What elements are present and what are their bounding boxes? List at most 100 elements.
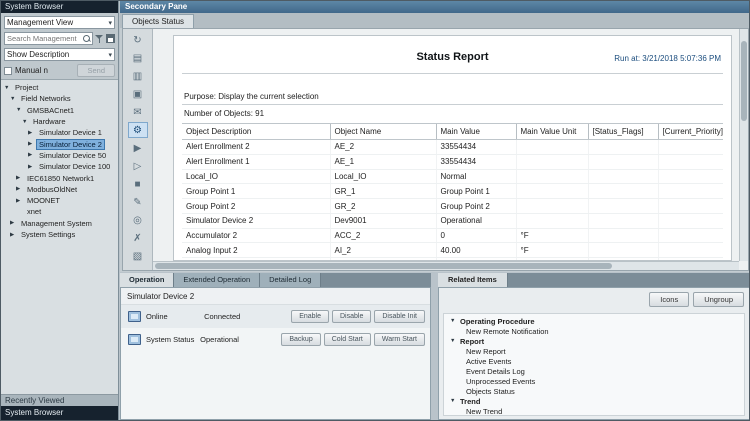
table-cell (658, 154, 723, 169)
recently-viewed-bar[interactable]: Recently Viewed (1, 394, 118, 406)
related-group-trend[interactable]: ▼Trend (444, 396, 744, 406)
filter-icon[interactable] (95, 34, 104, 44)
chevron-collapsed-icon[interactable]: ▶ (10, 220, 18, 226)
export-document-icon[interactable]: ▧ (128, 248, 148, 264)
mail-icon[interactable]: ✉ (128, 104, 148, 120)
column-header-object-name[interactable]: Object Name (330, 124, 436, 140)
tree-item-gmsbacnet1[interactable]: ▼GMSBACnet1 (1, 105, 118, 116)
related-group-operating-procedure[interactable]: ▼Operating Procedure (444, 316, 744, 326)
tree-item-field-networks[interactable]: ▼Field Networks (1, 93, 118, 104)
horizontal-scrollbar[interactable] (153, 261, 739, 270)
tree-item-simulator-device-2[interactable]: ▶Simulator Device 2 (1, 138, 118, 149)
stop-icon[interactable]: ■ (128, 176, 148, 192)
related-item-unprocessed-events[interactable]: Unprocessed Events (444, 376, 744, 386)
column-header-object-description[interactable]: Object Description (182, 124, 330, 140)
send-button[interactable]: Send (77, 64, 115, 77)
backup-button[interactable]: Backup (281, 333, 320, 346)
horizontal-scrollbar-thumb[interactable] (155, 263, 612, 269)
search-input[interactable] (5, 34, 82, 43)
run-icon[interactable]: ▶ (128, 140, 148, 156)
table-row[interactable]: Analog Input 2AI_240.00°F (182, 243, 723, 258)
chevron-collapsed-icon[interactable]: ▶ (16, 198, 24, 204)
tab-detailed-log[interactable]: Detailed Log (260, 273, 321, 287)
tab-related-items[interactable]: Related Items (438, 273, 508, 287)
related-item-event-details-log[interactable]: Event Details Log (444, 366, 744, 376)
table-row[interactable]: Group Point 2GR_2Group Point 2 (182, 199, 723, 214)
disable-init-button[interactable]: Disable Init (374, 310, 425, 323)
tree-item-project[interactable]: ▼Project (1, 82, 118, 93)
snapshot-icon[interactable]: ▣ (128, 86, 148, 102)
warm-start-button[interactable]: Warm Start (374, 333, 425, 346)
tab-objects-status[interactable]: Objects Status (122, 14, 194, 28)
chevron-collapsed-icon[interactable]: ▶ (16, 186, 24, 192)
tree-item-moonet[interactable]: ▶MOONET (1, 195, 118, 206)
chevron-expanded-icon[interactable]: ▼ (450, 318, 460, 324)
view-mode-dropdown[interactable]: Management View ▾ (4, 16, 115, 29)
chevron-expanded-icon[interactable]: ▼ (450, 398, 460, 404)
chevron-collapsed-icon[interactable]: ▶ (28, 130, 36, 136)
tree-item-iec61850-network1[interactable]: ▶IEC61850 Network1 (1, 172, 118, 183)
column-header-status-flags[interactable]: [Status_Flags] (588, 124, 658, 140)
related-group-report[interactable]: ▼Report (444, 336, 744, 346)
tree-item-hardware[interactable]: ▼Hardware (1, 116, 118, 127)
column-header-current-priority[interactable]: [Current_Priority] (658, 124, 723, 140)
tree-item-management-system[interactable]: ▶Management System (1, 218, 118, 229)
column-header-main-value[interactable]: Main Value (436, 124, 516, 140)
chevron-collapsed-icon[interactable]: ▶ (10, 232, 18, 238)
edit-pen-icon[interactable]: ✎ (128, 194, 148, 210)
tree-item-system-settings[interactable]: ▶System Settings (1, 229, 118, 240)
chevron-expanded-icon[interactable]: ▼ (4, 85, 12, 91)
chevron-collapsed-icon[interactable]: ▶ (28, 164, 36, 170)
vertical-scrollbar[interactable] (739, 29, 748, 261)
table-row[interactable]: Simulator Device 2Dev9001Operational (182, 213, 723, 228)
manual-checkbox[interactable] (4, 67, 12, 75)
system-browser-footer-bar[interactable]: System Browser (1, 406, 118, 420)
tab-operation[interactable]: Operation (120, 273, 174, 287)
print-icon[interactable]: ▥ (128, 68, 148, 84)
chevron-expanded-icon[interactable]: ▼ (450, 338, 460, 344)
preview-icon[interactable]: ◎ (128, 212, 148, 228)
chevron-expanded-icon[interactable]: ▼ (10, 96, 18, 102)
search-icon[interactable] (82, 34, 91, 43)
table-cell: 40.00 (436, 243, 516, 258)
table-row[interactable]: Group Point 1GR_1Group Point 1 (182, 184, 723, 199)
vertical-scrollbar-thumb[interactable] (741, 41, 747, 121)
disable-button[interactable]: Disable (332, 310, 371, 323)
column-header-main-value-unit[interactable]: Main Value Unit (516, 124, 588, 140)
export-excel-icon[interactable]: ✗ (128, 230, 148, 246)
related-item-objects-status[interactable]: Objects Status (444, 386, 744, 396)
table-cell (588, 184, 658, 199)
save-view-icon[interactable] (106, 34, 115, 43)
tree-item-simulator-device-50[interactable]: ▶Simulator Device 50 (1, 150, 118, 161)
chevron-collapsed-icon[interactable]: ▶ (28, 152, 36, 158)
related-item-new-trend[interactable]: New Trend (444, 406, 744, 416)
description-dropdown[interactable]: Show Description ▾ (4, 48, 115, 61)
icons-button[interactable]: Icons (649, 292, 689, 307)
tree-item-xnet[interactable]: xnet (1, 206, 118, 217)
chevron-expanded-icon[interactable]: ▼ (22, 119, 30, 125)
ungroup-button[interactable]: Ungroup (693, 292, 744, 307)
related-item-active-events[interactable]: Active Events (444, 356, 744, 366)
table-row[interactable]: Alert Enrollment 1AE_133554434 (182, 154, 723, 169)
table-row[interactable]: Local_IOLocal_IONormal (182, 169, 723, 184)
save-icon[interactable]: ▤ (128, 50, 148, 66)
related-item-new-remote-notification[interactable]: New Remote Notification (444, 326, 744, 336)
tree-item-label: Project (12, 82, 41, 93)
tab-extended-operation[interactable]: Extended Operation (174, 273, 260, 287)
tree-item-simulator-device-1[interactable]: ▶Simulator Device 1 (1, 127, 118, 138)
tree-item-modbusoldnet[interactable]: ▶ModbusOldNet (1, 184, 118, 195)
chevron-collapsed-icon[interactable]: ▶ (16, 175, 24, 181)
refresh-icon[interactable]: ↻ (128, 32, 148, 48)
settings-gear-icon[interactable]: ⚙ (128, 122, 148, 138)
table-row[interactable]: Accumulator 2ACC_20°F (182, 228, 723, 243)
step-icon[interactable]: ▷ (128, 158, 148, 174)
related-item-new-report[interactable]: New Report (444, 346, 744, 356)
table-row[interactable]: Alert Enrollment 2AE_233554434 (182, 140, 723, 155)
chevron-collapsed-icon[interactable]: ▶ (28, 141, 36, 147)
cold-start-button[interactable]: Cold Start (324, 333, 371, 346)
chevron-expanded-icon[interactable]: ▼ (16, 107, 24, 113)
enable-button[interactable]: Enable (291, 310, 329, 323)
tree-item-simulator-device-100[interactable]: ▶Simulator Device 100 (1, 161, 118, 172)
operation-property-value: Connected (204, 312, 291, 321)
report-header: Status Report Run at: 3/21/2018 5:07:36 … (182, 40, 723, 74)
